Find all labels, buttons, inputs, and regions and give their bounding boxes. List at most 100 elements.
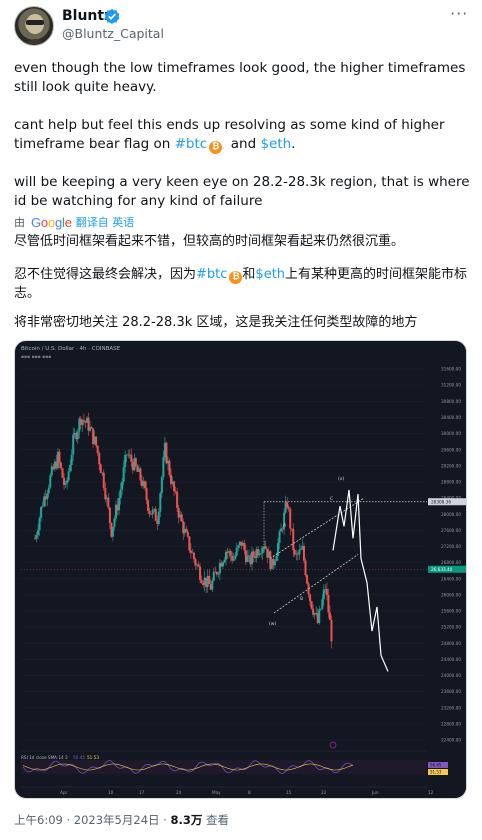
candle-body: [95, 436, 98, 446]
candle-body: [107, 497, 110, 508]
y-tick-label: 29200.00: [441, 463, 461, 468]
candle-body: [104, 487, 107, 500]
hashtag-btc[interactable]: #btc: [196, 267, 227, 282]
rsi-tag-sma: 51.53: [430, 770, 442, 775]
alert-marker-icon[interactable]: [329, 741, 337, 749]
price-chart: Bitcoin / U.S. Dollar · 4h · COINBASE ▪▪…: [21, 341, 466, 798]
candle-body: [302, 546, 305, 561]
y-tick-label: 22800.00: [441, 721, 461, 726]
candle-body: [289, 508, 292, 529]
x-tick-label: 10: [108, 790, 114, 795]
author-handle[interactable]: @Bluntz_Capital: [62, 26, 164, 41]
candle-body: [122, 467, 125, 482]
chart-image[interactable]: Bitcoin / U.S. Dollar · 4h · COINBASE ▪▪…: [14, 340, 467, 799]
translation-prefix: 由: [14, 216, 25, 229]
candle-body: [96, 445, 99, 454]
author-avatar[interactable]: [14, 6, 54, 46]
x-tick-label: 22: [321, 790, 327, 795]
translation-source-link[interactable]: 翻译自 英语: [76, 214, 135, 230]
candle-body: [102, 472, 105, 488]
hashtag-btc[interactable]: #btc: [175, 136, 208, 152]
candle-body: [237, 545, 240, 548]
candle-body: [174, 491, 177, 492]
candle-body: [119, 489, 122, 499]
candle-body: [157, 511, 160, 524]
candle-body: [46, 493, 49, 500]
candle-body: [309, 594, 312, 602]
cashtag-eth[interactable]: $eth: [260, 136, 291, 152]
chart-header: Bitcoin / U.S. Dollar · 4h · COINBASE: [21, 346, 121, 352]
candle-body: [188, 536, 191, 551]
candle-body: [194, 559, 197, 566]
candle-body: [66, 480, 69, 484]
candle-body: [299, 549, 302, 551]
y-tick-label: 27200.00: [441, 544, 461, 549]
candle-body: [176, 491, 179, 508]
channel-lower-line: [273, 554, 359, 614]
y-tick-label: 31200.00: [441, 383, 461, 388]
y-tick-label: 30400.00: [441, 415, 461, 420]
bitcoin-icon: ₿: [209, 141, 223, 154]
candle-body: [111, 526, 114, 537]
x-tick-label: 15: [286, 790, 292, 795]
wave-label-b: B: [300, 596, 303, 602]
candle-body: [144, 481, 147, 489]
candle-body: [159, 493, 162, 512]
candle-body: [261, 547, 264, 554]
candle-body: [40, 506, 43, 518]
tweet-paragraph-1: even though the low timeframes look good…: [14, 60, 466, 95]
candle-body: [319, 608, 322, 610]
candle-body: [165, 442, 168, 464]
tweet-header: Bluntz @Bluntz_Capital ···: [0, 0, 482, 52]
candle-body: [38, 517, 41, 531]
x-tick-label: Apr: [60, 790, 68, 795]
candle-body: [35, 535, 38, 539]
y-tick-label: 30800.00: [441, 399, 461, 404]
wave-label-a: A: [283, 522, 287, 528]
candle-body: [154, 508, 157, 521]
candle-body: [72, 434, 75, 455]
candle-body: [229, 551, 232, 556]
candle-body: [327, 594, 330, 613]
google-logo: Google: [31, 214, 72, 230]
candle-body: [208, 575, 211, 585]
more-options-icon[interactable]: ···: [450, 6, 472, 24]
candle-body: [325, 588, 328, 595]
y-tick-label: 31600.00: [441, 367, 461, 372]
translation-text: 忍不住觉得这最终会解决，因为: [14, 267, 197, 282]
y-tick-label: 26800.00: [441, 560, 461, 565]
cashtag-eth[interactable]: $eth: [255, 267, 285, 282]
candle-body: [69, 464, 72, 472]
tweet-text: .: [291, 136, 296, 152]
x-tick-label: 12: [428, 790, 434, 795]
chart-ohlc-stub: ▪▪▪ ▪▪▪ ▪▪▪: [21, 355, 51, 360]
candle-body: [108, 507, 111, 523]
candle-body: [118, 498, 121, 511]
candle-body: [130, 454, 133, 462]
candle-body: [82, 419, 85, 422]
translation-paragraph-3: 将非常密切地关注 28.2-28.3k 区域，这是我关注任何类型故障的地方: [14, 315, 418, 330]
candle-body: [292, 529, 295, 551]
y-tick-label: 24000.00: [441, 673, 461, 678]
candle-body: [99, 464, 102, 473]
candle-body: [200, 579, 203, 584]
candle-body: [235, 547, 238, 556]
y-tick-label: 23200.00: [441, 705, 461, 710]
candle-body: [76, 431, 79, 440]
candle-body: [260, 553, 263, 555]
y-tick-label: 28000.00: [441, 512, 461, 517]
candle-body: [322, 589, 325, 600]
y-tick-label: 23600.00: [441, 689, 461, 694]
candle-body: [98, 453, 101, 465]
candle-body: [318, 609, 321, 624]
candle-body: [321, 599, 324, 609]
y-tick-label: 26400.00: [441, 576, 461, 581]
candle-body: [287, 507, 290, 509]
translation-paragraph-2: 忍不住觉得这最终会解决，因为#btc ₿ 和$eth上有某种更高的时间框架能市标志。: [14, 265, 470, 303]
y-tick-label: 28800.00: [441, 480, 461, 485]
candle-body: [223, 559, 226, 563]
tweet-timestamp[interactable]: 上午6:09 · 2023年5月24日 ·: [14, 813, 170, 827]
candle-body: [264, 546, 267, 549]
candle-body: [49, 475, 52, 488]
candle-body: [139, 468, 142, 481]
